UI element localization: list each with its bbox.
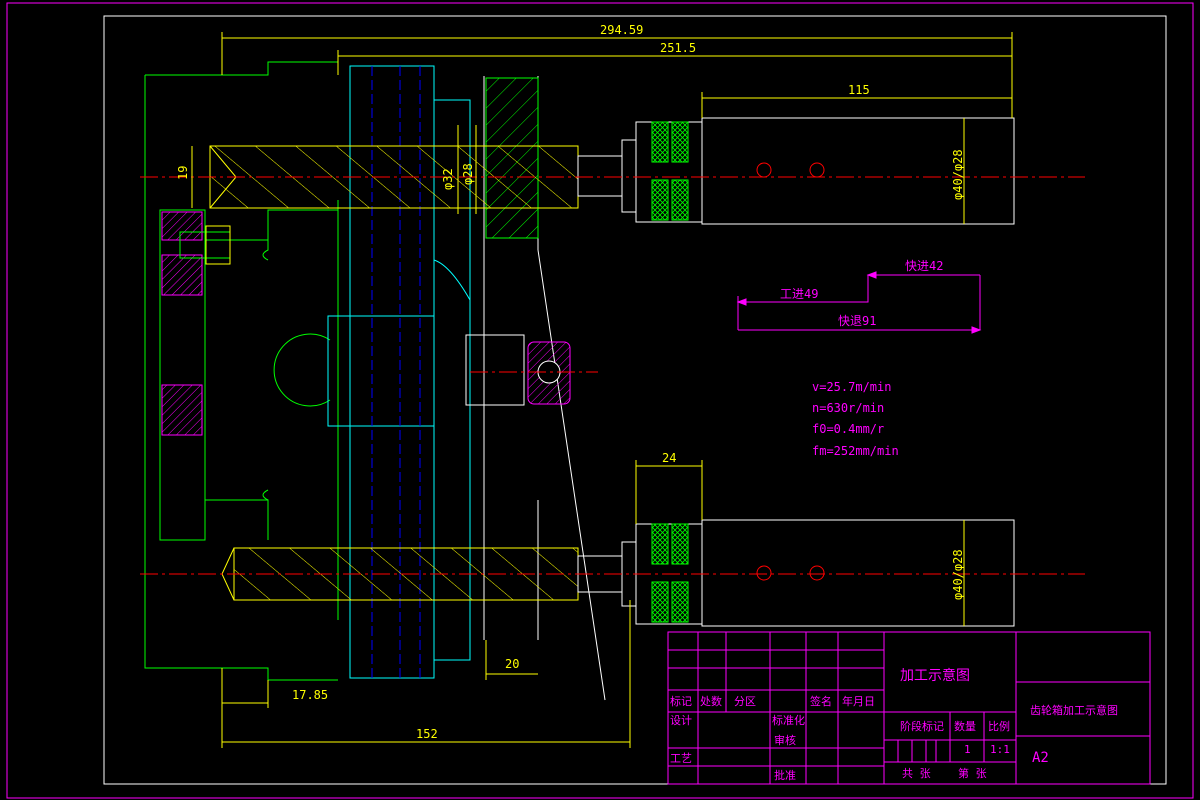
dim-offset-17-85: 17.85 <box>292 688 328 702</box>
spindle-sleeve-bottom <box>701 519 1015 627</box>
clamp-hatch-top <box>161 211 203 241</box>
dim-dia-40-28-bottom: φ40/φ28 <box>951 549 965 600</box>
tb-label-ratio: 比例 <box>988 719 1010 733</box>
feed-fast-return: 快退91 <box>838 314 876 328</box>
tb-label-sheet-no: 第 张 <box>958 766 987 780</box>
param-n: n=630r/min <box>812 401 884 415</box>
dim-length-2: 251.5 <box>660 41 696 55</box>
spindle-sleeve-top <box>701 117 1015 225</box>
dim-length-3: 115 <box>848 83 870 97</box>
dim-dia-28: φ28 <box>461 163 475 185</box>
tb-label-total-sheets: 共 张 <box>902 767 931 780</box>
tb-label-count: 处数 <box>700 695 722 708</box>
tb-label-process: 工艺 <box>670 752 692 765</box>
coupling-top <box>635 121 703 223</box>
boring-bar-bottom <box>221 541 637 607</box>
machining-drawing: 294.59 251.5 115 19 φ32 φ28 φ40/φ28 φ40/… <box>6 2 1194 799</box>
tb-label-signature: 签名 <box>810 694 832 708</box>
dim-total-length: 294.59 <box>600 23 643 37</box>
tb-label-weight: 数量 <box>954 720 976 733</box>
feed-fast-forward: 快进42 <box>905 259 943 273</box>
boring-bar-top <box>209 139 637 213</box>
dim-dia-40-28-top: φ40/φ28 <box>951 149 965 200</box>
tb-scale: 1:1 <box>990 743 1010 756</box>
feed-work-feed: 工进49 <box>780 287 818 301</box>
tb-label-standardize: 标准化 <box>772 713 805 727</box>
tb-quantity: 1 <box>964 743 971 756</box>
center-lines <box>140 176 1085 575</box>
tb-label-stage-mark: 阶段标记 <box>900 719 944 733</box>
workpiece-boss-arc <box>273 333 331 407</box>
tb-sheet-size: A2 <box>1032 750 1049 766</box>
dim-length-152: 152 <box>416 727 438 741</box>
inner-border <box>103 15 1167 785</box>
tb-label-date: 年月日 <box>842 694 875 708</box>
param-fm: fm=252mm/min <box>812 444 899 458</box>
tb-part-title: 齿轮箱加工示意图 <box>1030 703 1118 717</box>
tb-label-zone: 分区 <box>734 695 756 708</box>
tb-label-review: 审核 <box>774 733 796 747</box>
param-f0: f0=0.4mm/r <box>812 422 884 436</box>
tb-label-approve: 批准 <box>774 768 796 782</box>
param-v: v=25.7m/min <box>812 380 891 394</box>
dim-height-19: 19 <box>176 166 190 180</box>
dim-width-24: 24 <box>662 451 676 465</box>
tb-label-mark: 标记 <box>670 694 692 708</box>
dim-width-20: 20 <box>505 657 519 671</box>
clamp-hatch-lower <box>161 384 203 436</box>
tb-label-design: 设计 <box>670 714 692 727</box>
clamp-hatch-upper <box>161 254 203 296</box>
dim-dia-32: φ32 <box>441 168 455 190</box>
pin-holes <box>756 162 825 581</box>
tb-drawing-title: 加工示意图 <box>900 667 970 684</box>
